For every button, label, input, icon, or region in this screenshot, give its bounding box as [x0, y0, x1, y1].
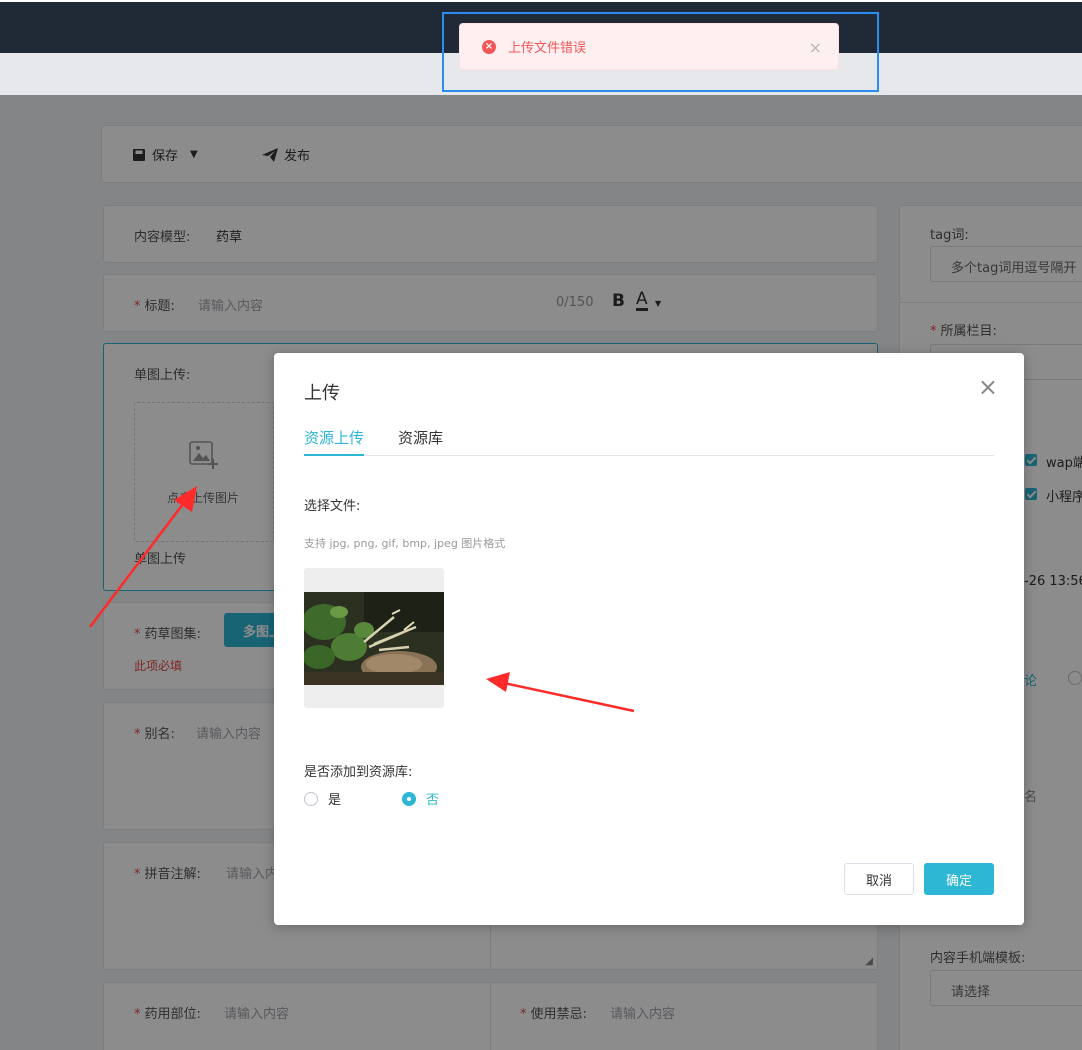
annotation-arrow-upload — [89, 486, 197, 628]
annotation-arrows — [89, 486, 635, 713]
annotation-arrow-thumbnail — [486, 672, 635, 713]
